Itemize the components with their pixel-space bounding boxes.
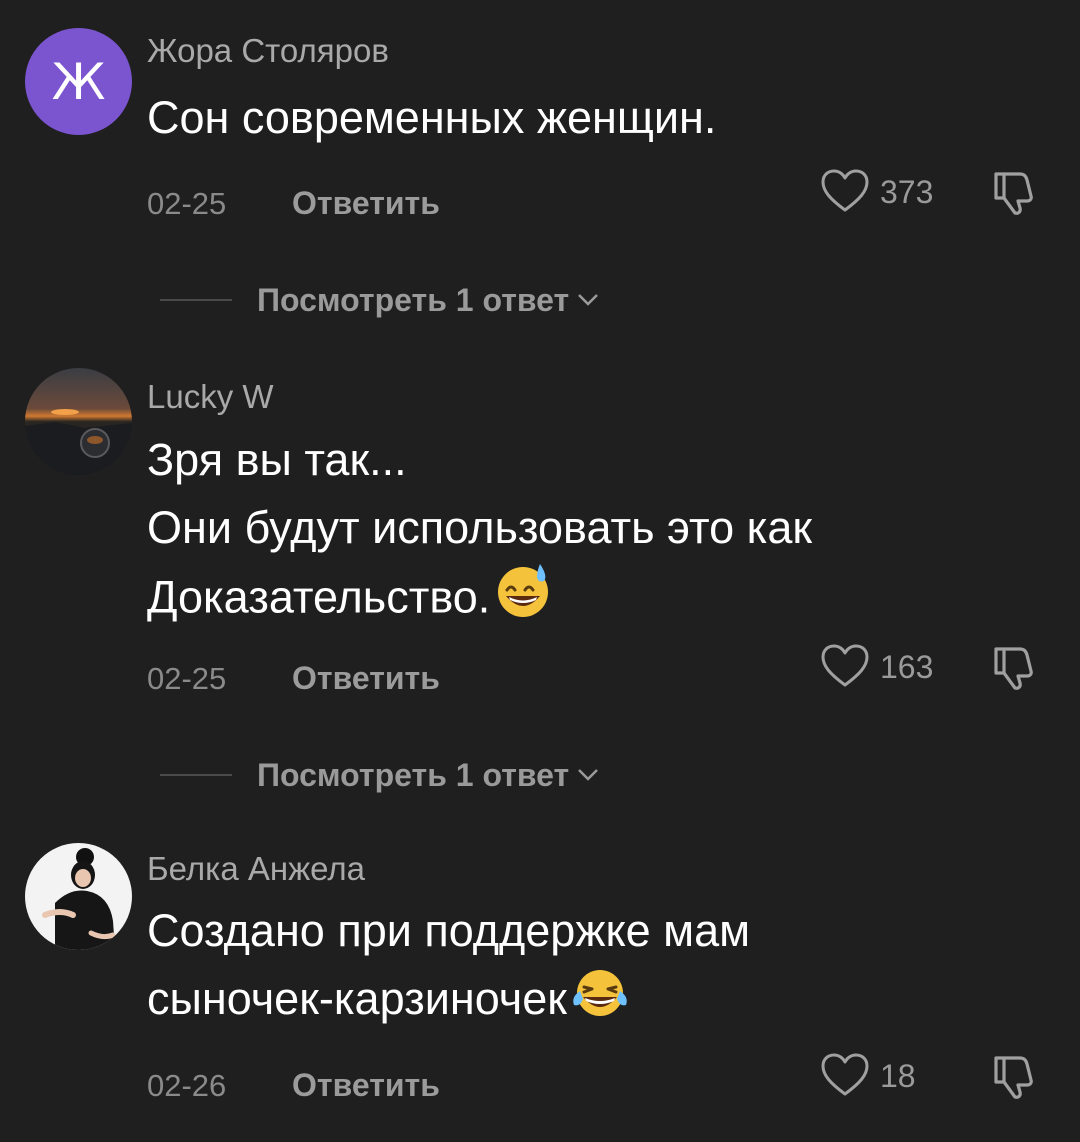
dislike-icon[interactable] [990,168,1040,218]
divider [160,299,232,301]
avatar[interactable] [25,368,132,475]
comment-text-line: Они будут использовать это как [147,502,813,553]
reply-button[interactable]: Ответить [292,1067,440,1104]
comment-username[interactable]: Жора Столяров [147,32,389,70]
view-replies-label: Посмотреть 1 ответ [257,281,570,318]
comment-date: 02-25 [147,186,227,221]
like-count: 163 [880,649,934,685]
chevron-down-icon [578,769,599,781]
view-replies-button[interactable]: Посмотреть 1 ответ [160,280,599,320]
comment-text-line: Доказательство. [147,562,812,639]
heart-icon[interactable] [820,168,870,214]
avatar-letter: Ж [51,52,106,111]
chevron-down-icon [578,294,599,306]
grinning-sweat-emoji [494,562,552,639]
portrait-photo-avatar [25,843,132,950]
avatar[interactable]: Ж [25,28,132,135]
dislike-icon[interactable] [990,643,1040,693]
heart-icon[interactable] [820,1052,870,1098]
comment-text: Сон современных женщин. [147,84,716,152]
like-count: 373 [880,174,934,210]
comment-text-segment: сыночек-карзиночек [147,973,567,1024]
dislike-icon[interactable] [990,1052,1040,1102]
comment-username[interactable]: Белка Анжела [147,850,365,888]
view-replies-button[interactable]: Посмотреть 1 ответ [160,755,599,795]
sunset-photo-avatar [25,368,132,475]
comment-text: Создано при поддержке мам сыночек-карзин… [147,897,750,1038]
comment-text-segment: Доказательство. [147,571,491,623]
view-replies-label: Посмотреть 1 ответ [257,756,570,793]
comment-username[interactable]: Lucky W [147,378,274,416]
comment-date: 02-25 [147,661,227,696]
comment-text-line: сыночек-карзиночек [147,965,750,1038]
like-count: 18 [880,1058,916,1094]
comment-text: Зря вы так... Они будут использовать это… [147,426,812,639]
comment-text-line: Зря вы так... [147,434,407,485]
tears-of-joy-emoji [571,967,629,1038]
reply-button[interactable]: Ответить [292,185,440,222]
heart-icon[interactable] [820,643,870,689]
comment-date: 02-26 [147,1068,227,1103]
reply-button[interactable]: Ответить [292,660,440,697]
divider [160,774,232,776]
comment-text-line: Сон современных женщин. [147,92,717,143]
avatar[interactable] [25,843,132,950]
comment-text-line: Создано при поддержке мам [147,905,751,956]
